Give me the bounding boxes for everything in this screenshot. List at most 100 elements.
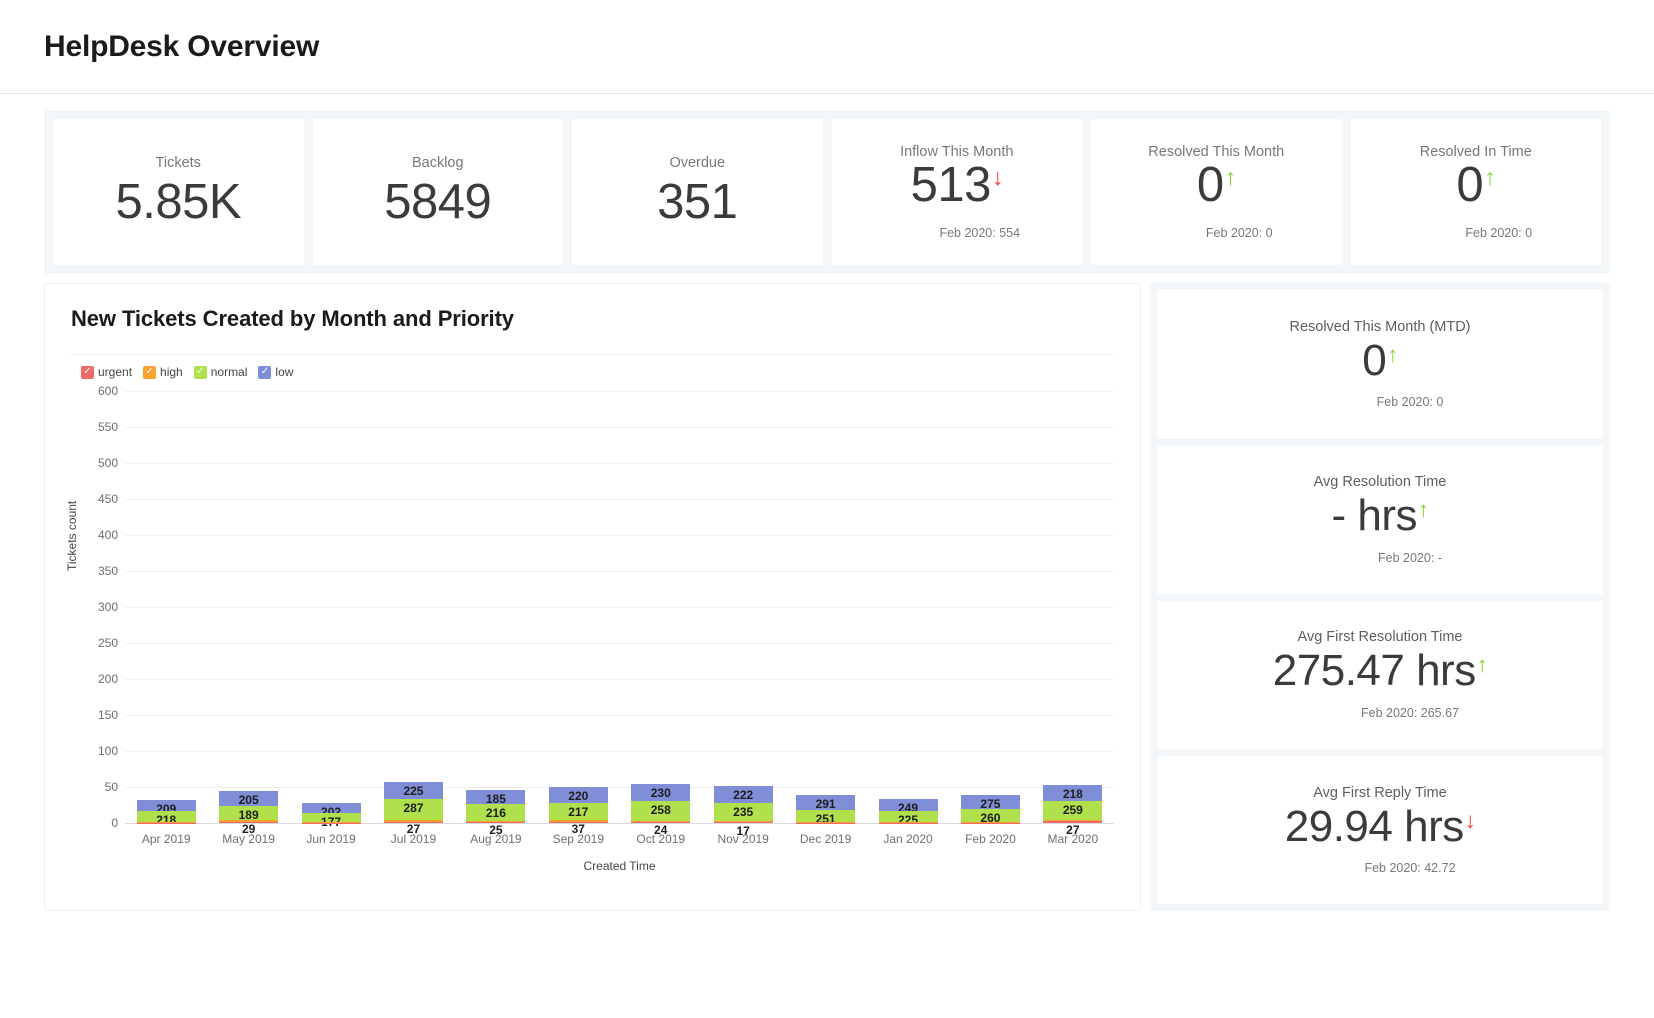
y-axis-tick: 500 (97, 455, 118, 470)
bar-segment-normal[interactable]: 189 (219, 805, 279, 821)
bar-segment-normal[interactable]: 258 (631, 801, 691, 821)
bar-segment-normal[interactable]: 225 (878, 811, 938, 828)
legend-item-high[interactable]: ✓ high (143, 365, 183, 379)
metrics-rail: Resolved This Month (MTD) 0 ↑ Feb 2020: 0 Av… (1150, 283, 1610, 911)
kpi-number: 513 (910, 158, 992, 213)
bar-value-label: 275 (980, 796, 1001, 811)
rail-metric-number: - hrs (1331, 491, 1418, 541)
rail-metric-card[interactable]: Resolved This Month (MTD) 0 ↑ Feb 2020: 0 (1157, 290, 1603, 439)
kpi-card[interactable]: Resolved In Time 0 ↑ Feb 2020: 0 (1350, 119, 1601, 265)
bar-segment-low[interactable]: 185 (466, 790, 526, 805)
bar-column[interactable]: 218 259 27 (1032, 391, 1114, 836)
chart-divider (71, 354, 1114, 355)
bar-column[interactable]: 222 235 17 (702, 391, 784, 837)
kpi-value: 5849 (384, 176, 492, 228)
bar-segment-normal[interactable]: 287 (383, 798, 443, 821)
bar-stack: 291 251 (796, 793, 856, 824)
bar-column[interactable]: 209 218 (125, 391, 207, 827)
bar-segment-low[interactable]: 222 (713, 786, 773, 803)
bar-stack: 209 218 (136, 793, 196, 827)
bar-segment-normal[interactable]: 235 (713, 802, 773, 821)
trend-up-icon: ↑ (1418, 497, 1429, 523)
bar-segment-low[interactable]: 220 (548, 786, 608, 804)
kpi-number: 0 (1196, 158, 1224, 213)
bar-segment-urgent[interactable] (219, 822, 279, 823)
bar-segment-urgent[interactable] (466, 822, 526, 823)
bar-segment-low[interactable]: 230 (631, 784, 691, 802)
bar-segment-normal[interactable]: 177 (301, 813, 361, 828)
bar-segment-low[interactable]: 209 (136, 800, 196, 816)
bar-segment-normal[interactable]: 260 (960, 808, 1020, 824)
grid-area: 600 550 500 450 400 350 300 250 200 150 100 50 0 209… (98, 384, 1114, 837)
rail-metric-comparison: Feb 2020: 0 (1376, 395, 1444, 410)
x-axis-tick: Jun 2019 (306, 832, 356, 846)
rail-metric-comparison: Feb 2020: - (1378, 550, 1442, 565)
y-axis-tick: 200 (97, 671, 118, 686)
rail-metric-card[interactable]: Avg Resolution Time - hrs ↑ Feb 2020: - (1157, 445, 1603, 594)
bar-segment-urgent[interactable]: 27 (1043, 820, 1103, 836)
kpi-card[interactable]: Resolved This Month 0 ↑ Feb 2020: 0 (1091, 119, 1342, 265)
legend-checkbox-icon[interactable]: ✓ (143, 365, 157, 379)
bar-column[interactable]: 205 189 29 (207, 391, 289, 835)
lower-section: New Tickets Created by Month and Priorit… (44, 283, 1610, 911)
kpi-card[interactable]: Overdue 351 (572, 119, 823, 265)
legend-label: normal (210, 365, 248, 379)
bar-value-label: 218 (156, 812, 177, 827)
bar-segment-urgent[interactable] (631, 822, 691, 823)
bar-column[interactable]: 249 225 (867, 391, 949, 828)
legend-checkbox-icon[interactable]: ✓ (258, 365, 272, 379)
bar-stack: 185 216 25 (466, 778, 526, 836)
bar-segment-normal[interactable]: 218 (136, 810, 196, 827)
bar-column[interactable]: 202 177 (290, 391, 372, 828)
bar-segment-low[interactable]: 275 (960, 794, 1020, 811)
bar-segment-low[interactable]: 225 (383, 781, 443, 799)
kpi-card[interactable]: Tickets 5.85K (53, 119, 304, 265)
bar-segment-urgent[interactable] (548, 822, 608, 823)
bar-segment-low[interactable]: 249 (878, 798, 938, 814)
kpi-label: Backlog (411, 155, 464, 172)
bar-segment-normal[interactable]: 259 (1043, 800, 1103, 821)
legend-checkbox-icon[interactable]: ✓ (193, 365, 207, 379)
bar-segment-normal[interactable]: 217 (548, 803, 608, 820)
legend-item-low[interactable]: ✓ low (258, 365, 293, 379)
bar-segment-normal[interactable]: 216 (466, 804, 526, 821)
rail-metric-label: Resolved This Month (MTD) (1289, 318, 1471, 335)
legend-item-urgent[interactable]: ✓ urgent (81, 365, 132, 379)
rail-metric-value: - hrs ↑ (1331, 491, 1429, 541)
plot-area: Tickets count 600 550 500 450 400 350 300 250 20… (63, 384, 1122, 881)
bar-column[interactable]: 291 251 (784, 391, 866, 824)
kpi-number: 0 (1456, 158, 1484, 213)
kpi-card[interactable]: Backlog 5849 (312, 119, 563, 265)
bar-value-label: 225 (403, 783, 424, 798)
bar-column[interactable]: 275 260 (949, 391, 1031, 824)
kpi-label: Tickets (155, 155, 201, 172)
bar-segment-low[interactable]: 291 (796, 795, 856, 810)
rail-metric-card[interactable]: Avg First Reply Time 29.94 hrs ↓ Feb 2020: … (1157, 755, 1603, 904)
x-axis-title: Created Time (583, 859, 656, 873)
bar-column[interactable]: 230 258 24 (620, 391, 702, 836)
bar-column[interactable]: 185 216 25 (455, 391, 537, 836)
y-axis-tick: 300 (97, 600, 118, 614)
legend-item-normal[interactable]: ✓ normal (193, 365, 248, 379)
y-axis-tick: 450 (97, 492, 118, 506)
kpi-comparison: Feb 2020: 0 (1205, 225, 1273, 240)
kpi-value: 513 ↓ (910, 158, 1004, 213)
bar-value-label: 225 (897, 813, 919, 828)
x-axis-tick: Mar 2020 (1047, 832, 1099, 846)
bar-segment-low[interactable]: 205 (219, 790, 279, 806)
bar-segment-low[interactable]: 218 (1043, 784, 1103, 801)
legend-checkbox-icon[interactable]: ✓ (81, 365, 94, 379)
kpi-comparison: Feb 2020: 554 (939, 225, 1021, 240)
kpi-number: 351 (657, 175, 738, 230)
bar-segment-normal[interactable]: 251 (796, 809, 856, 824)
bar-segment-urgent[interactable]: 17 (713, 821, 773, 837)
rail-metric-card[interactable]: Avg First Resolution Time 275.47 hrs ↑ Feb … (1157, 600, 1603, 749)
kpi-card[interactable]: Inflow This Month 513 ↓ Feb 2020: 554 (831, 119, 1082, 265)
bar-segment-low[interactable]: 202 (301, 803, 361, 820)
bar-column[interactable]: 220 217 37 (537, 391, 619, 835)
y-axis-tick: 250 (97, 636, 118, 650)
bar-segment-urgent[interactable] (383, 822, 443, 823)
bar-column[interactable]: 225 287 27 (372, 391, 454, 835)
bar-value-label: 202 (321, 805, 342, 820)
bar-series-container: 209 218 205 189 29 202 177 225 287 27 185 216 25 220 2… (125, 391, 1114, 837)
